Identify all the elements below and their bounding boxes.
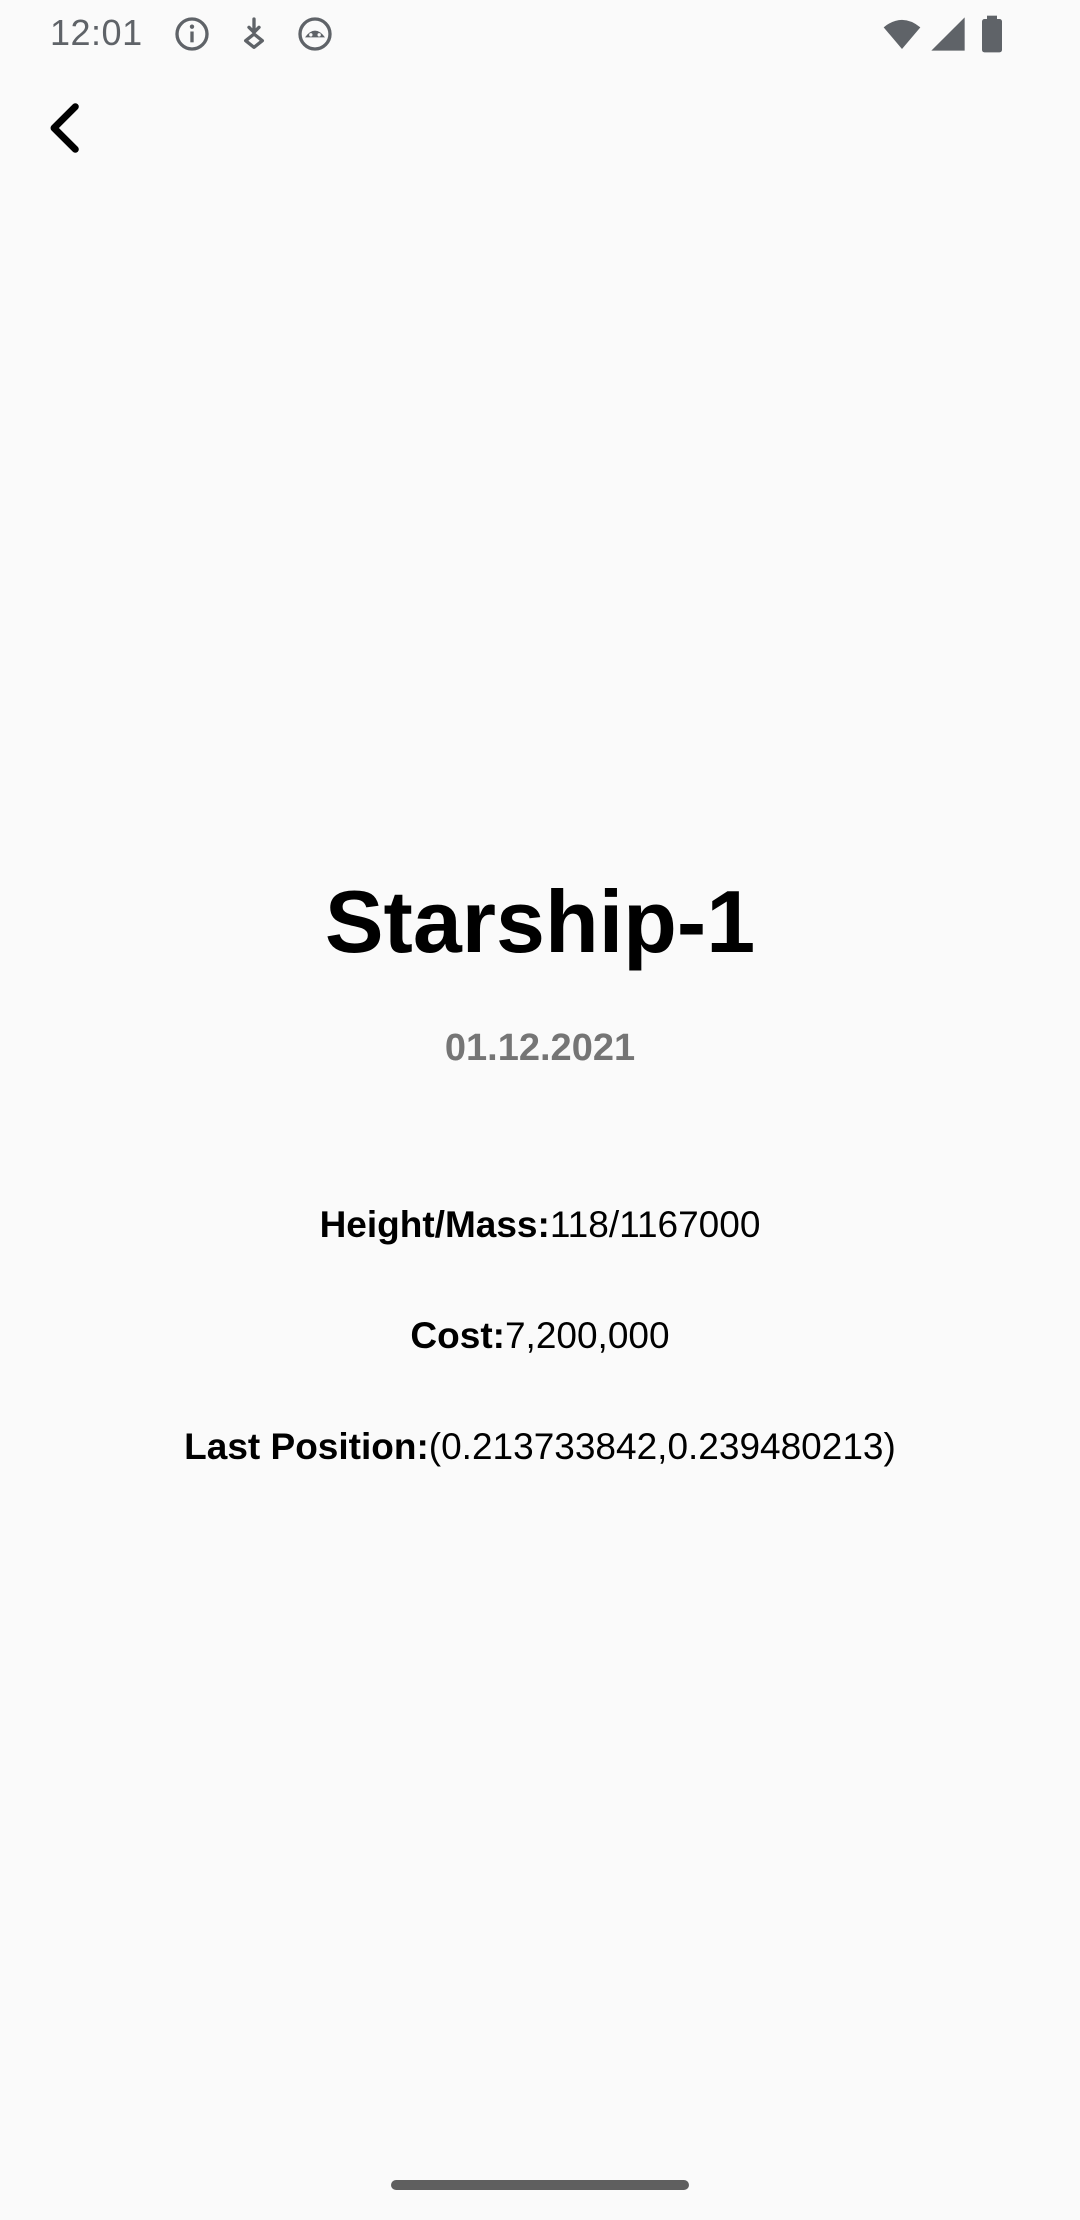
status-bar: 12:01	[0, 0, 1080, 66]
last-position-row: Last Position:(0.213733842,0.239480213)	[0, 1424, 1080, 1470]
ship-name-title: Starship-1	[324, 872, 756, 971]
back-button[interactable]	[34, 96, 98, 160]
cellular-signal-icon	[928, 14, 968, 54]
robot-icon	[295, 14, 335, 54]
cost-row: Cost:7,200,000	[0, 1313, 1080, 1359]
height-mass-row: Height/Mass:118/1167000	[0, 1202, 1080, 1248]
home-indicator[interactable]	[391, 2180, 689, 2190]
back-arrow-icon	[50, 103, 79, 153]
last-position-value: (0.213733842,0.239480213)	[428, 1426, 896, 1467]
cost-value: 7,200,000	[504, 1315, 670, 1356]
info-icon	[172, 14, 212, 54]
ship-date: 01.12.2021	[444, 1027, 636, 1069]
height-mass-value: 118/1167000	[549, 1204, 761, 1245]
download-arrow-icon	[234, 14, 274, 54]
status-time: 12:01	[50, 12, 143, 53]
height-mass-label: Height/Mass:	[319, 1204, 550, 1245]
wifi-icon	[880, 14, 924, 54]
battery-icon	[978, 14, 1006, 54]
last-position-label: Last Position:	[184, 1426, 429, 1467]
cost-label: Cost:	[410, 1315, 505, 1356]
